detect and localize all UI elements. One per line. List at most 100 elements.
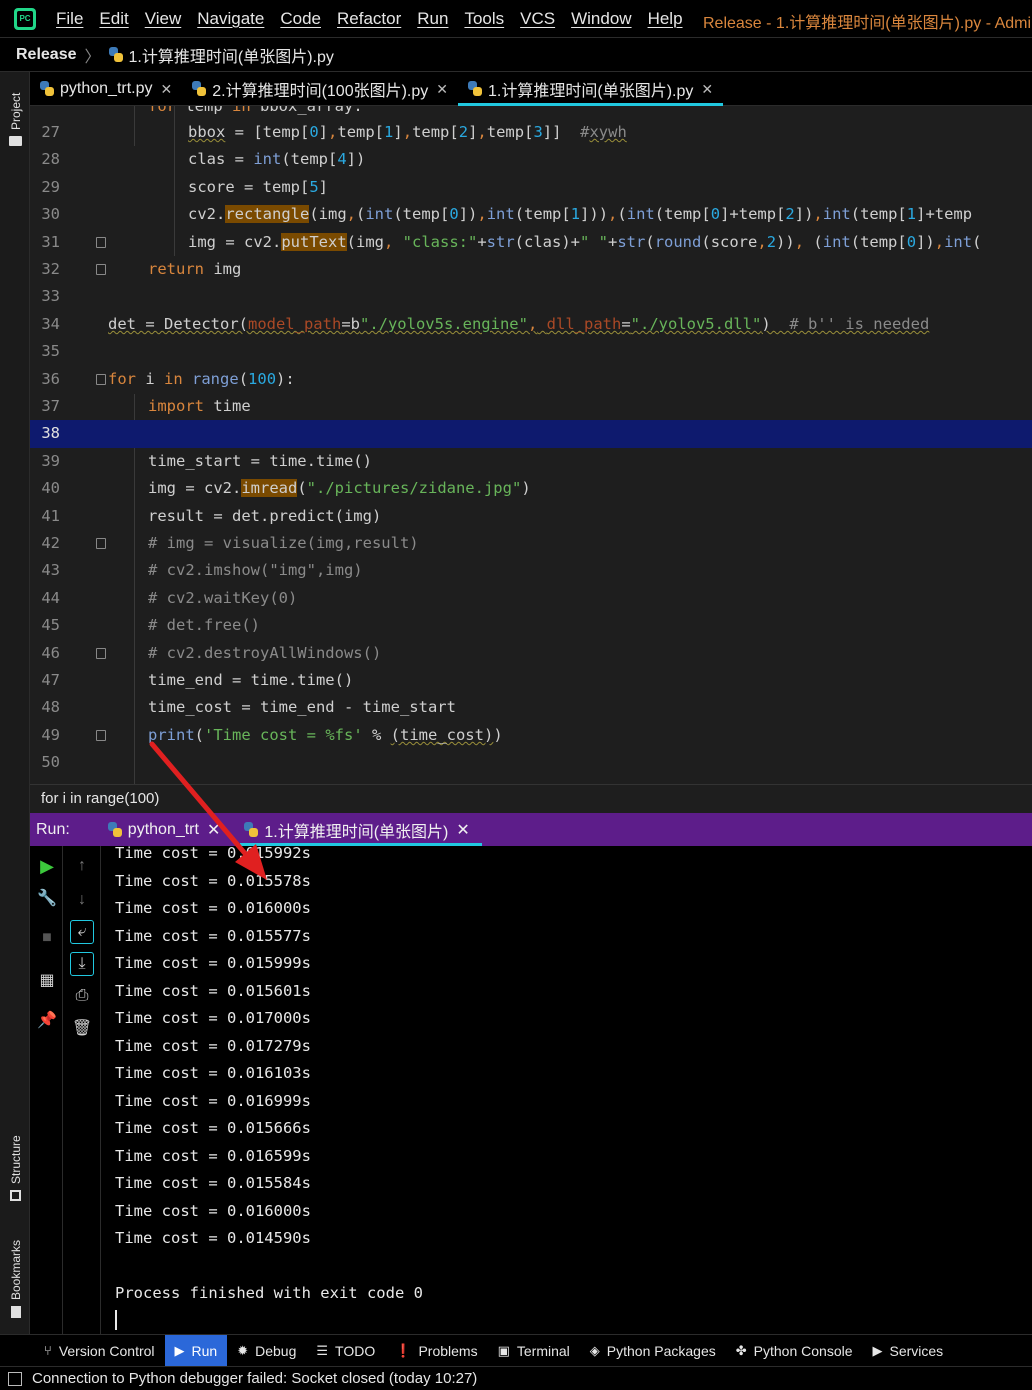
menu-window[interactable]: Window bbox=[571, 9, 631, 29]
line-number: 34 bbox=[41, 314, 60, 333]
arrow-down-icon[interactable]: ↓ bbox=[70, 888, 94, 912]
close-icon[interactable]: ✕ bbox=[161, 81, 173, 98]
code-breadcrumb[interactable]: for i in range(100) bbox=[30, 784, 1032, 813]
branch-icon: ⑂ bbox=[44, 1343, 52, 1358]
bookmarks-tool-button[interactable]: Bookmarks bbox=[9, 1240, 23, 1300]
close-icon[interactable]: ✕ bbox=[701, 81, 713, 98]
code-text: img = cv2.putText(img, "class:"+str(clas… bbox=[188, 232, 982, 251]
current-line[interactable]: 38 bbox=[30, 420, 1032, 448]
tab-single-image[interactable]: 1.计算推理时间(单张图片).py ✕ bbox=[458, 72, 724, 106]
menu-tools[interactable]: Tools bbox=[464, 9, 504, 29]
line-number: 45 bbox=[41, 616, 60, 635]
menu-help[interactable]: Help bbox=[648, 9, 683, 29]
fold-icon[interactable] bbox=[96, 538, 106, 549]
structure-tool-button[interactable]: Structure bbox=[9, 1135, 23, 1184]
code-text: # cv2.destroyAllWindows() bbox=[148, 643, 382, 662]
line-number: 33 bbox=[41, 287, 60, 306]
arrow-up-icon[interactable]: ↑ bbox=[70, 854, 94, 878]
menu-run[interactable]: Run bbox=[417, 9, 448, 29]
rerun-icon[interactable]: ▶ bbox=[35, 854, 59, 878]
bug-icon: ✹ bbox=[237, 1342, 249, 1358]
line-number: 46 bbox=[41, 643, 60, 662]
run-label: Run: bbox=[36, 820, 70, 838]
tab-problems[interactable]: ❗ Problems bbox=[385, 1335, 487, 1367]
console-line: Time cost = 0.016000s bbox=[115, 899, 311, 917]
layout-icon[interactable]: ▦ bbox=[35, 968, 59, 992]
tab-python-trt[interactable]: python_trt.py ✕ bbox=[30, 72, 182, 106]
close-icon[interactable]: ✕ bbox=[436, 81, 448, 98]
tab-todo[interactable]: ☰ TODO bbox=[306, 1335, 385, 1367]
line-number: 44 bbox=[41, 588, 60, 607]
tab-version-control[interactable]: ⑂ Version Control bbox=[34, 1335, 165, 1367]
text-cursor bbox=[115, 1310, 117, 1330]
menu-file[interactable]: File bbox=[56, 9, 83, 29]
warning-icon: ❗ bbox=[395, 1342, 412, 1358]
fold-icon[interactable] bbox=[96, 236, 106, 248]
menu-code[interactable]: Code bbox=[280, 9, 321, 29]
menu-navigate[interactable]: Navigate bbox=[197, 9, 264, 29]
code-line: 41 result = det.predict(img) bbox=[30, 503, 1032, 530]
python-console-icon: ✤ bbox=[735, 1342, 747, 1358]
code-line: 50 bbox=[30, 749, 1032, 776]
wrench-icon[interactable]: 🔧 bbox=[35, 886, 59, 910]
soft-wrap-icon[interactable]: ⤶ bbox=[70, 920, 94, 944]
tab-label: Run bbox=[191, 1342, 218, 1359]
line-number: 49 bbox=[41, 725, 60, 744]
scroll-to-end-icon[interactable]: ⤓ bbox=[70, 952, 94, 976]
console-line: Time cost = 0.015578s bbox=[115, 872, 311, 890]
run-tab-python-trt[interactable]: python_trt ✕ bbox=[96, 813, 233, 846]
python-run-icon bbox=[107, 821, 122, 838]
tab-run[interactable]: ▶ Run bbox=[164, 1334, 228, 1367]
tab-100-images[interactable]: 2.计算推理时间(100张图片).py ✕ bbox=[182, 72, 458, 106]
line-number: 28 bbox=[41, 150, 60, 169]
pin-icon[interactable]: 📌 bbox=[35, 1008, 59, 1032]
menu-edit[interactable]: Edit bbox=[99, 9, 128, 29]
print-icon[interactable]: ⎙ bbox=[70, 984, 94, 1008]
status-bar: Connection to Python debugger failed: So… bbox=[0, 1366, 1032, 1390]
console-line: Time cost = 0.016103s bbox=[115, 1064, 311, 1082]
terminal-icon: ▣ bbox=[497, 1342, 510, 1358]
left-tool-strip: Project Structure Bookmarks bbox=[0, 72, 30, 1334]
python-file-icon bbox=[468, 81, 483, 97]
breadcrumb-file[interactable]: 1.计算推理时间(单张图片).py bbox=[129, 43, 334, 67]
chevron-right-icon: 〉 bbox=[84, 48, 101, 66]
menu-refactor[interactable]: Refactor bbox=[337, 9, 401, 29]
console-line: Time cost = 0.015601s bbox=[115, 982, 311, 1000]
code-text: print('Time cost = %fs' % (time_cost)) bbox=[148, 725, 503, 744]
python-file-icon bbox=[192, 81, 207, 97]
fold-icon[interactable] bbox=[96, 729, 106, 741]
code-editor[interactable]: for temp in bbox_array: 27 bbox = [temp[0… bbox=[30, 106, 1032, 784]
trash-icon[interactable]: 🗑 bbox=[70, 1016, 94, 1040]
console-line: Time cost = 0.015666s bbox=[115, 1119, 311, 1137]
line-number: 47 bbox=[41, 671, 60, 689]
close-icon[interactable]: ✕ bbox=[207, 820, 220, 840]
menu-vcs[interactable]: VCS bbox=[520, 9, 555, 29]
tab-label: Python Packages bbox=[606, 1342, 716, 1359]
breadcrumb-project[interactable]: Release bbox=[16, 46, 77, 64]
status-message[interactable]: Connection to Python debugger failed: So… bbox=[32, 1370, 477, 1387]
code-text: result = det.predict(img) bbox=[148, 506, 382, 525]
run-toolbar-secondary: ↑ ↓ ⤶ ⤓ ⎙ 🗑 bbox=[63, 846, 101, 1334]
stop-icon[interactable]: ■ bbox=[35, 926, 59, 950]
code-line: 49 print('Time cost = %fs' % (time_cost)) bbox=[30, 722, 1032, 749]
tab-python-console[interactable]: ✤ Python Console bbox=[726, 1335, 863, 1367]
console-line: Time cost = 0.015999s bbox=[115, 954, 311, 972]
editor-tabs: python_trt.py ✕ 2.计算推理时间(100张图片).py ✕ 1.计算… bbox=[30, 72, 1032, 106]
run-console[interactable]: Time cost = 0.015992s Time cost = 0.0155… bbox=[101, 846, 1032, 1334]
code-line: 46 # cv2.destroyAllWindows() bbox=[30, 640, 1032, 667]
fold-icon[interactable] bbox=[96, 373, 106, 385]
code-text: img = cv2.imread("./pictures/zidane.jpg"… bbox=[148, 479, 531, 498]
tool-windows-toggle-icon[interactable] bbox=[8, 1371, 22, 1386]
tab-terminal[interactable]: ▣ Terminal bbox=[488, 1335, 580, 1367]
fold-icon[interactable] bbox=[96, 647, 106, 659]
run-tab-single-image[interactable]: 1.计算推理时间(单张图片) ✕ bbox=[232, 813, 483, 846]
tab-services[interactable]: ▶ Services bbox=[863, 1335, 954, 1367]
tab-python-packages[interactable]: ◈ Python Packages bbox=[580, 1335, 726, 1367]
tab-debug[interactable]: ✹ Debug bbox=[227, 1335, 306, 1367]
menu-view[interactable]: View bbox=[145, 9, 182, 29]
list-icon: ☰ bbox=[316, 1342, 329, 1358]
fold-icon[interactable] bbox=[96, 264, 106, 275]
project-tool-button[interactable]: Project bbox=[9, 93, 23, 130]
close-icon[interactable]: ✕ bbox=[456, 820, 469, 840]
pycharm-logo-icon[interactable]: PC bbox=[14, 7, 36, 30]
